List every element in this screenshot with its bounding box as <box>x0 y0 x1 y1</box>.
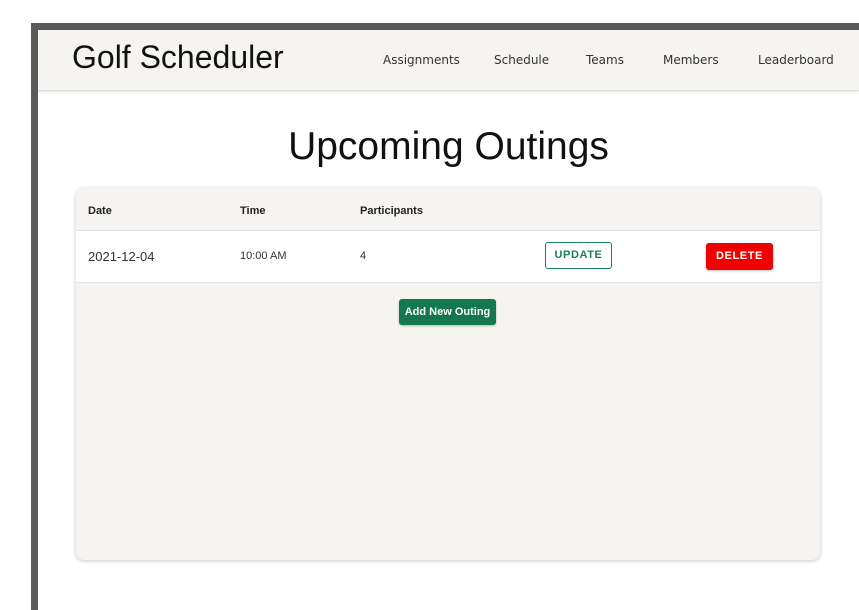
outings-table-card: Date Time Participants 2021-12-04 10:00 … <box>76 188 820 560</box>
cell-time: 10:00 AM <box>240 250 287 262</box>
page: Golf Scheduler Assignments Schedule Team… <box>38 30 859 610</box>
delete-button[interactable]: DELETE <box>706 243 773 270</box>
nav-item-assignments[interactable]: Assignments <box>383 53 460 67</box>
cell-date: 2021-12-04 <box>88 249 155 264</box>
brand-title[interactable]: Golf Scheduler <box>72 39 284 76</box>
top-navbar: Golf Scheduler Assignments Schedule Team… <box>38 30 859 91</box>
nav-item-schedule[interactable]: Schedule <box>494 53 549 67</box>
page-title: Upcoming Outings <box>288 125 609 168</box>
column-header-date: Date <box>88 205 112 217</box>
add-new-outing-button[interactable]: Add New Outing <box>399 299 496 325</box>
update-button[interactable]: UPDATE <box>545 242 612 269</box>
table-header: Date Time Participants <box>76 188 820 231</box>
nav-item-teams[interactable]: Teams <box>586 53 624 67</box>
table-row: 2021-12-04 10:00 AM 4 UPDATE DELETE <box>76 231 820 283</box>
column-header-participants: Participants <box>360 205 423 217</box>
nav-item-leaderboard[interactable]: Leaderboard <box>758 53 834 67</box>
column-header-time: Time <box>240 205 266 217</box>
nav-item-members[interactable]: Members <box>663 53 719 67</box>
cell-participants: 4 <box>360 250 367 262</box>
